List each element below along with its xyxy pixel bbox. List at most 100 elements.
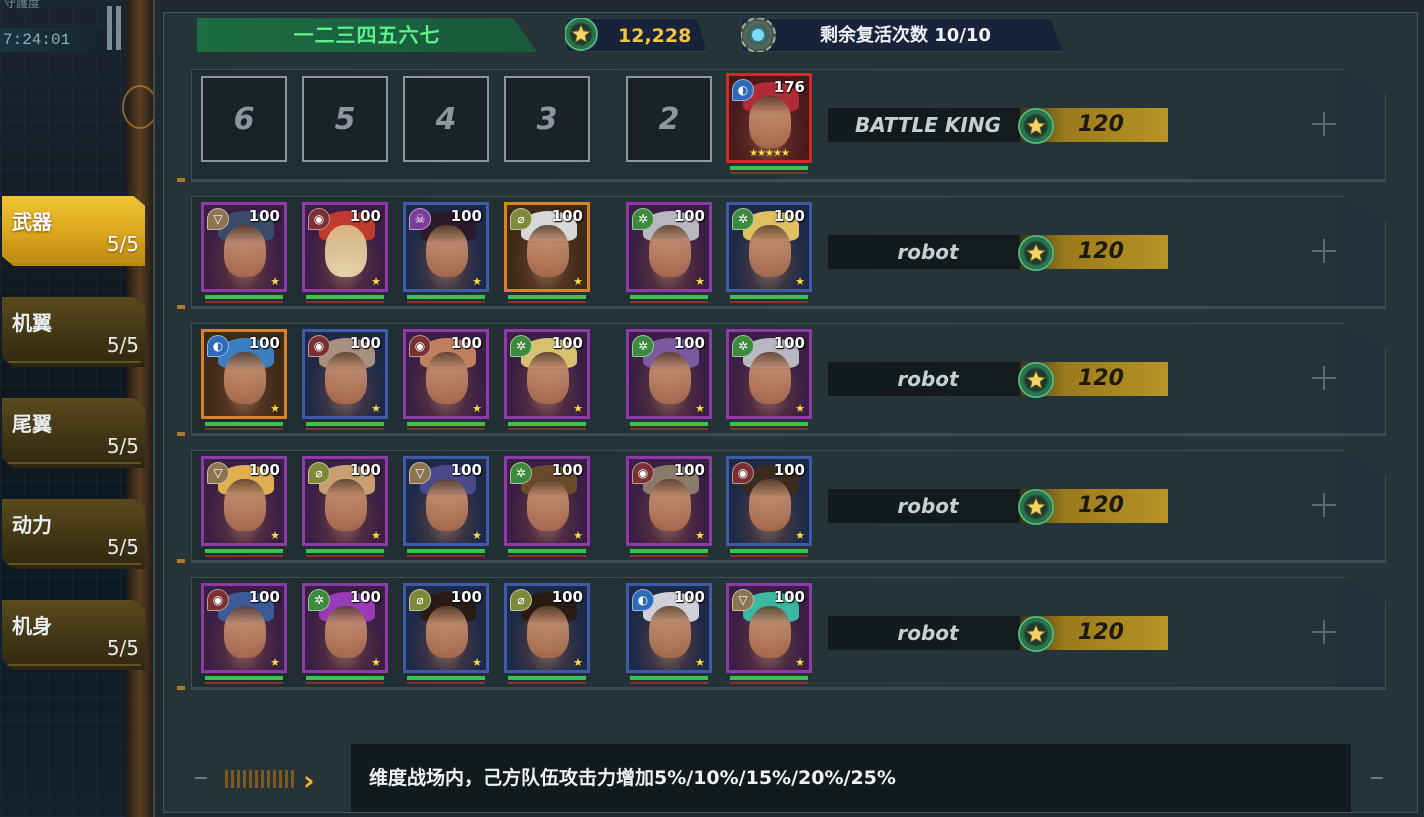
hero-energy-bar: [306, 428, 384, 430]
hero-slot[interactable]: ✲ 100 ★: [626, 329, 712, 431]
hero-slot[interactable]: ✲ 100 ★: [504, 456, 590, 558]
hero-slot[interactable]: ✲ 100 ★: [726, 329, 812, 431]
star-icon: ★: [795, 402, 805, 415]
boss-hero-slot[interactable]: ◐ 176 ★★★★★: [726, 73, 812, 175]
hero-face: [426, 479, 468, 531]
hero-level: 100: [551, 461, 583, 479]
hero-face: [426, 352, 468, 404]
faction-badge-icon: ✲: [732, 335, 754, 357]
faction-badge-icon: ◉: [409, 335, 431, 357]
hero-slot[interactable]: ◉ 100 ★: [302, 329, 388, 431]
hero-slot[interactable]: ☠ 100 ★: [403, 202, 489, 304]
hero-slot[interactable]: ✲ 100 ★: [626, 202, 712, 304]
hero-face: [649, 352, 691, 404]
hero-slot[interactable]: ◉ 100 ★: [626, 456, 712, 558]
hero-slot[interactable]: ⌀ 100 ★: [504, 583, 590, 685]
category-label: 机翼: [12, 311, 52, 335]
empty-slot[interactable]: 4: [403, 76, 489, 162]
category-tab-wing[interactable]: 机翼 5/5: [2, 297, 145, 367]
hero-energy-bar: [407, 428, 485, 430]
opponent-name: BATTLE KING: [828, 108, 1028, 142]
hero-slot[interactable]: ◉ 100 ★: [403, 329, 489, 431]
category-tab-weapon[interactable]: 武器 5/5: [2, 196, 145, 266]
hero-slot[interactable]: ▽ 100 ★: [201, 456, 287, 558]
hero-slot[interactable]: ▽ 100 ★: [726, 583, 812, 685]
footer-arrow-decor: ›: [225, 762, 335, 797]
empty-slot[interactable]: 3: [504, 76, 590, 162]
hero-card[interactable]: ▽ 100 ★: [201, 202, 287, 292]
star-icon: ★: [472, 275, 482, 288]
hero-card[interactable]: ✲ 100 ★: [726, 202, 812, 292]
opponent-row[interactable]: 6 5 4 3 2 ◐ 176 ★★★★★ BATTLE KING 120: [191, 69, 1386, 182]
row-divider: [192, 306, 1385, 308]
faction-badge-icon: ◐: [207, 335, 229, 357]
opponent-points-value: 120: [1078, 239, 1124, 264]
hero-card[interactable]: ▽ 100 ★: [726, 583, 812, 673]
hero-card[interactable]: ◐ 100 ★: [626, 583, 712, 673]
hero-card[interactable]: ✲ 100 ★: [302, 583, 388, 673]
plus-icon[interactable]: [1312, 366, 1336, 390]
hero-card[interactable]: ◉ 100 ★: [302, 329, 388, 419]
hero-card[interactable]: ⌀ 100 ★: [302, 456, 388, 546]
category-label: 机身: [12, 614, 52, 638]
category-label: 尾翼: [12, 412, 52, 436]
hero-card[interactable]: ✲ 100 ★: [504, 456, 590, 546]
empty-slot[interactable]: 6: [201, 76, 287, 162]
hero-slot[interactable]: ✲ 100 ★: [726, 202, 812, 304]
hero-card[interactable]: ✲ 100 ★: [626, 329, 712, 419]
hero-slot[interactable]: ⌀ 100 ★: [302, 456, 388, 558]
plus-icon[interactable]: [1312, 239, 1336, 263]
hero-level: 100: [450, 207, 482, 225]
hero-slot[interactable]: ✲ 100 ★: [504, 329, 590, 431]
star-medal-icon: [1018, 362, 1054, 398]
hero-face: [426, 606, 468, 658]
plus-icon[interactable]: [1312, 493, 1336, 517]
hero-card[interactable]: ◉ 100 ★: [626, 456, 712, 546]
opponent-row[interactable]: ◐ 100 ★ ◉ 100 ★ ◉ 100 ★ ✲ 100 ★ ✲ 100 ★ ✲ 100 ★ robo…: [191, 323, 1386, 436]
category-tab-body[interactable]: 机身 5/5: [2, 600, 145, 670]
hero-slot[interactable]: ✲ 100 ★: [302, 583, 388, 685]
hero-slot[interactable]: ◉ 100 ★: [726, 456, 812, 558]
empty-slot[interactable]: 5: [302, 76, 388, 162]
hero-card[interactable]: ✲ 100 ★: [626, 202, 712, 292]
hero-slot[interactable]: ▽ 100 ★: [201, 202, 287, 304]
hero-card[interactable]: ✲ 100 ★: [504, 329, 590, 419]
empty-slot[interactable]: 2: [626, 76, 712, 162]
faction-badge-icon: ☠: [409, 208, 431, 230]
hero-slot[interactable]: ◉ 100 ★: [302, 202, 388, 304]
hero-card[interactable]: ☠ 100 ★: [403, 202, 489, 292]
hero-hp-bar: [407, 295, 485, 299]
category-tab-tail[interactable]: 尾翼 5/5: [2, 398, 145, 468]
hero-slot[interactable]: ⌀ 100 ★: [403, 583, 489, 685]
plus-icon[interactable]: [1312, 112, 1336, 136]
hero-card[interactable]: ◉ 100 ★: [403, 329, 489, 419]
hero-card[interactable]: ⌀ 100 ★: [504, 202, 590, 292]
hero-card[interactable]: ⌀ 100 ★: [403, 583, 489, 673]
hero-hp-bar: [730, 549, 808, 553]
row-corner-tick: [177, 559, 185, 563]
revive-radar-icon: [741, 18, 776, 52]
hero-energy-bar: [730, 428, 808, 430]
hero-slot[interactable]: ◐ 100 ★: [626, 583, 712, 685]
hero-card[interactable]: ◉ 100 ★: [726, 456, 812, 546]
opponent-row[interactable]: ▽ 100 ★ ⌀ 100 ★ ▽ 100 ★ ✲ 100 ★ ◉ 100 ★ ◉ 100 ★ robo…: [191, 450, 1386, 563]
hero-slot[interactable]: ◐ 100 ★: [201, 329, 287, 431]
opponent-row[interactable]: ◉ 100 ★ ✲ 100 ★ ⌀ 100 ★ ⌀ 100 ★ ◐ 100 ★ ▽ 100 ★ robo…: [191, 577, 1386, 690]
hero-card[interactable]: ▽ 100 ★: [403, 456, 489, 546]
hero-slot[interactable]: ▽ 100 ★: [403, 456, 489, 558]
hero-card[interactable]: ◉ 100 ★: [201, 583, 287, 673]
hero-face: [749, 96, 791, 148]
revive-count-text: 剩余复活次数 10/10: [820, 25, 991, 46]
opponent-row[interactable]: ▽ 100 ★ ◉ 100 ★ ☠ 100 ★ ⌀ 100 ★ ✲ 100 ★ ✲ 100 ★ robo…: [191, 196, 1386, 309]
hero-card[interactable]: ▽ 100 ★: [201, 456, 287, 546]
hero-card[interactable]: ✲ 100 ★: [726, 329, 812, 419]
hero-slot[interactable]: ⌀ 100 ★: [504, 202, 590, 304]
category-tab-power[interactable]: 动力 5/5: [2, 499, 145, 569]
hero-card[interactable]: ⌀ 100 ★: [504, 583, 590, 673]
hero-slot[interactable]: ◉ 100 ★: [201, 583, 287, 685]
sidebar-caption: 守護度: [4, 0, 41, 10]
hero-card[interactable]: ◐ 100 ★: [201, 329, 287, 419]
hero-card[interactable]: ◉ 100 ★: [302, 202, 388, 292]
plus-icon[interactable]: [1312, 620, 1336, 644]
hero-card[interactable]: ◐ 176 ★★★★★: [726, 73, 812, 163]
